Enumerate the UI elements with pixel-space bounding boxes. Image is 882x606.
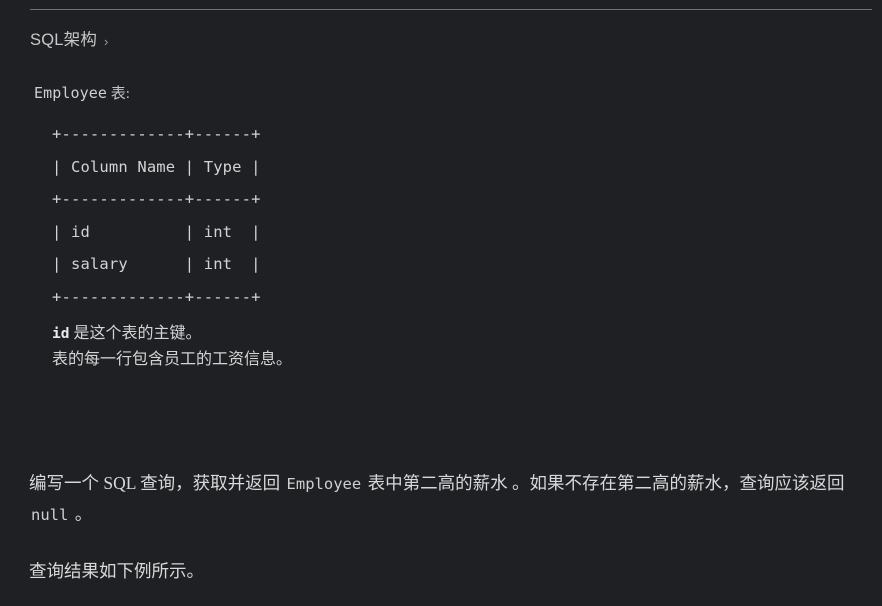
sql-schema-label: SQL架构 (30, 31, 98, 49)
paragraph1-inline-code-null: null (31, 506, 69, 524)
top-divider (30, 9, 872, 10)
table-caption: Employee 表: (34, 83, 850, 104)
schema-notes: id 是这个表的主键。 表的每一行包含员工的工资信息。 (52, 321, 850, 372)
chevron-right-icon: › (104, 34, 109, 50)
problem-statement: 编写一个 SQL 查询，获取并返回 Employee 表中第二高的薪水 。如果不… (29, 468, 859, 586)
schema-note-code: id (52, 326, 70, 343)
schema-note-row-meaning: 表的每一行包含员工的工资信息。 (52, 347, 850, 372)
table-caption-suffix: 表: (107, 86, 130, 102)
paragraph1-text-3: 。 (70, 504, 93, 524)
schema-note-primary-key: id 是这个表的主键。 (52, 321, 850, 347)
problem-paragraph-2: 查询结果如下例所示。 (29, 561, 204, 581)
schema-ascii-table: +-------------+------+ | Column Name | T… (52, 125, 261, 306)
problem-description-page: SQL架构 › Employee 表: +-------------+-----… (0, 0, 882, 606)
schema-block: Employee 表: +-------------+------+ | Col… (30, 83, 850, 372)
problem-paragraph-1: 编写一个 SQL 查询，获取并返回 Employee 表中第二高的薪水 。如果不… (29, 468, 859, 530)
sql-schema-disclosure[interactable]: SQL架构 › (30, 30, 108, 51)
schema-note-text: 表的每一行包含员工的工资信息。 (52, 351, 293, 369)
paragraph1-inline-code-employee: Employee (286, 475, 362, 493)
paragraph1-text-2: 表中第二高的薪水 。如果不存在第二高的薪水，查询应该返回 (363, 473, 845, 493)
paragraph1-text-1: 编写一个 SQL 查询，获取并返回 (29, 473, 285, 493)
schema-note-text: 是这个表的主键。 (69, 325, 202, 343)
table-caption-code: Employee (34, 84, 108, 102)
